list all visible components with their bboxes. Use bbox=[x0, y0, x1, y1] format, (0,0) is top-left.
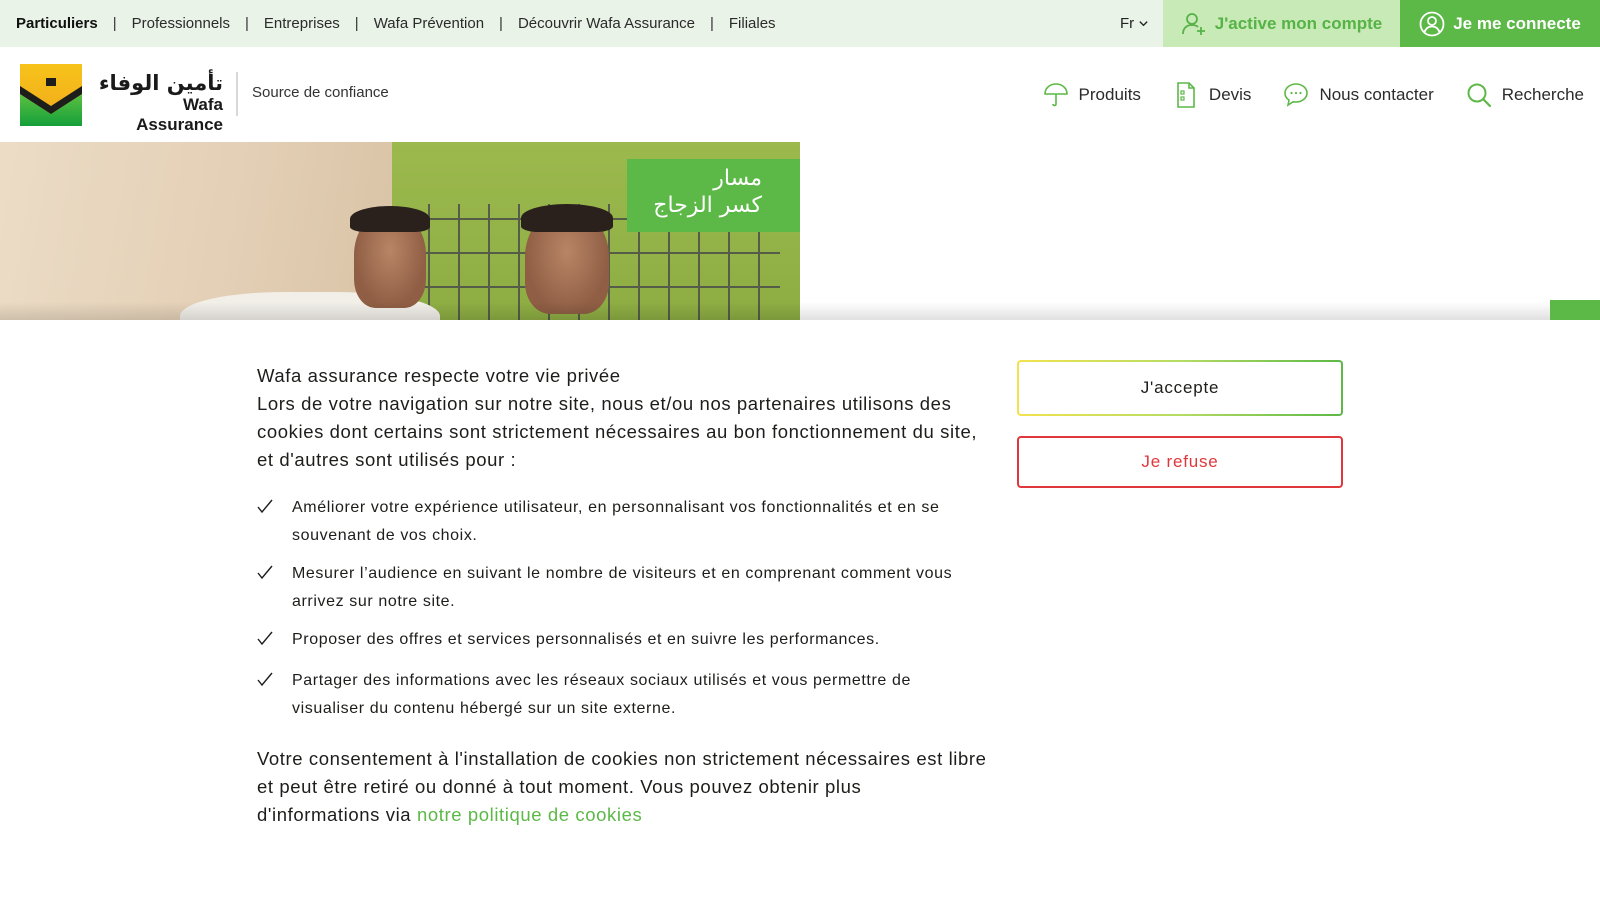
document-icon bbox=[1177, 81, 1195, 108]
hero-banner[interactable]: مسار كسر الزجاج bbox=[0, 142, 800, 320]
chat-bubble-icon bbox=[1284, 82, 1309, 107]
logo-divider bbox=[236, 72, 238, 116]
hero-badge-line2: كسر الزجاج bbox=[653, 193, 762, 218]
accept-cookies-button[interactable]: J'accepte bbox=[1017, 360, 1343, 416]
segment-particuliers[interactable]: Particuliers bbox=[16, 15, 98, 32]
main-header: تأمين الوفاء Wafa Assurance Source de co… bbox=[0, 47, 1600, 142]
hero-badge-line1: مسار bbox=[713, 166, 762, 191]
nav-item-devis[interactable]: Devis bbox=[1173, 81, 1252, 108]
nav-label: Nous contacter bbox=[1319, 84, 1434, 104]
hero-person-left-hair bbox=[350, 206, 430, 232]
chevron-down-icon bbox=[1139, 21, 1148, 27]
list-item: Mesurer l’audience en suivant le nombre … bbox=[257, 560, 987, 616]
main-nav: Produits Devis Nous contacter Recherche bbox=[1043, 47, 1584, 142]
nav-label: Recherche bbox=[1501, 84, 1584, 104]
login-label: Je me connecte bbox=[1453, 13, 1581, 33]
list-item: Partager des informations avec les résea… bbox=[257, 667, 987, 723]
tagline: Source de confiance bbox=[252, 84, 389, 101]
hero-person-right-hair bbox=[521, 204, 613, 232]
segment-nav: Particuliers | Professionnels | Entrepri… bbox=[0, 0, 776, 47]
nav-item-contact[interactable]: Nous contacter bbox=[1283, 82, 1434, 108]
wafa-logo-icon[interactable] bbox=[20, 64, 82, 126]
segment-decouvrir[interactable]: Découvrir Wafa Assurance bbox=[518, 15, 695, 32]
cookie-title: Wafa assurance respecte votre vie privée bbox=[257, 365, 621, 386]
login-button[interactable]: Je me connecte bbox=[1400, 0, 1600, 47]
segment-filiales[interactable]: Filiales bbox=[729, 15, 776, 32]
segment-professionnels[interactable]: Professionnels bbox=[132, 15, 230, 32]
logo-latin-text: Wafa Assurance bbox=[136, 95, 223, 134]
logo-arabic-text: تأمين الوفاء bbox=[98, 71, 223, 95]
activate-account-label: J'active mon compte bbox=[1214, 13, 1383, 33]
cookie-consent-banner: Wafa assurance respecte votre vie privée… bbox=[0, 320, 1600, 900]
separator: | bbox=[709, 15, 714, 32]
cookie-policy-link[interactable]: notre politique de cookies bbox=[417, 804, 642, 825]
list-item: Améliorer votre expérience utilisateur, … bbox=[257, 494, 987, 550]
check-icon bbox=[257, 499, 273, 514]
refuse-cookies-button[interactable]: Je refuse bbox=[1017, 436, 1343, 488]
scroll-top-button[interactable] bbox=[1550, 300, 1600, 320]
list-item: Proposer des offres et services personna… bbox=[257, 626, 987, 657]
check-icon bbox=[257, 631, 273, 646]
segment-entreprises[interactable]: Entreprises bbox=[264, 15, 340, 32]
list-item-text: Proposer des offres et services personna… bbox=[292, 631, 880, 648]
check-icon bbox=[257, 672, 273, 687]
umbrella-icon bbox=[1043, 82, 1068, 106]
separator: | bbox=[354, 15, 359, 32]
hero-badge: مسار كسر الزجاج bbox=[627, 159, 800, 232]
cookie-purpose-list: Améliorer votre expérience utilisateur, … bbox=[257, 494, 987, 723]
nav-label: Produits bbox=[1078, 84, 1141, 104]
language-label: Fr bbox=[1120, 15, 1135, 32]
language-selector[interactable]: Fr bbox=[1120, 0, 1149, 47]
list-item-text: Mesurer l’audience en suivant le nombre … bbox=[292, 565, 953, 610]
separator: | bbox=[245, 15, 249, 32]
nav-label: Devis bbox=[1208, 84, 1252, 104]
banner-shadow bbox=[0, 302, 1600, 320]
user-circle-icon bbox=[1419, 11, 1445, 36]
segment-wafa-prevention[interactable]: Wafa Prévention bbox=[374, 15, 484, 32]
cookie-consent-text: Votre consentement à l'installation de c… bbox=[257, 745, 987, 829]
cookie-intro: Lors de votre navigation sur notre site,… bbox=[257, 393, 978, 470]
separator: | bbox=[112, 15, 117, 32]
check-icon bbox=[257, 565, 273, 580]
list-item-text: Améliorer votre expérience utilisateur, … bbox=[292, 499, 940, 544]
search-icon bbox=[1467, 83, 1491, 107]
activate-account-button[interactable]: J'active mon compte bbox=[1163, 0, 1400, 47]
top-bar: Particuliers | Professionnels | Entrepri… bbox=[0, 0, 1600, 47]
nav-item-produits[interactable]: Produits bbox=[1043, 82, 1141, 108]
wafa-logo-wordmark[interactable]: تأمين الوفاء Wafa Assurance bbox=[93, 71, 223, 134]
cookie-text-block: Wafa assurance respecte votre vie privée… bbox=[257, 362, 987, 829]
separator: | bbox=[499, 15, 503, 32]
user-add-icon bbox=[1181, 12, 1205, 35]
nav-item-recherche[interactable]: Recherche bbox=[1466, 82, 1584, 108]
list-item-text: Partager des informations avec les résea… bbox=[292, 672, 911, 717]
